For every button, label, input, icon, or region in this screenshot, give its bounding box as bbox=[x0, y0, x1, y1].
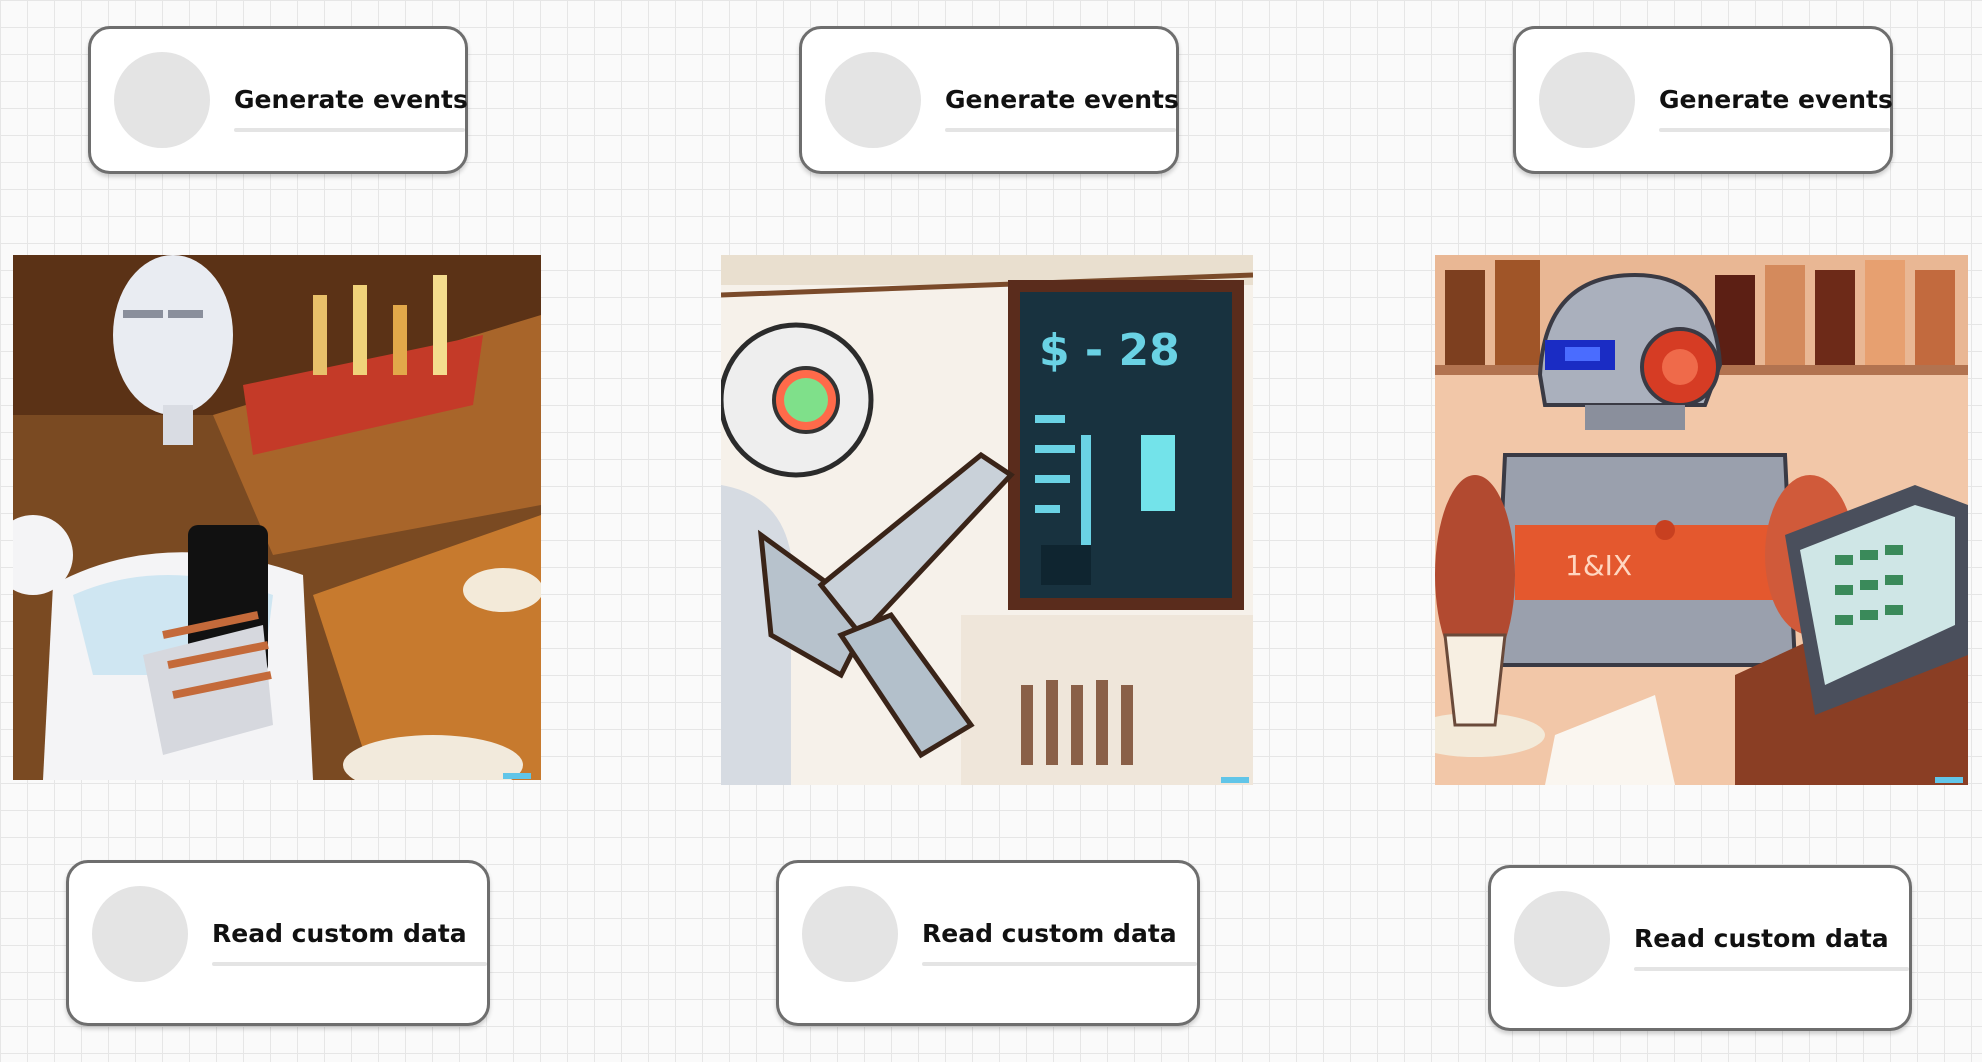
avatar-placeholder bbox=[1539, 52, 1635, 148]
read-custom-data-card-3[interactable]: Read custom data bbox=[1488, 865, 1912, 1031]
card-label: Generate events bbox=[234, 85, 468, 114]
avatar-placeholder bbox=[802, 886, 898, 982]
label-underline bbox=[1634, 967, 1909, 971]
read-custom-data-card-2[interactable]: Read custom data bbox=[776, 860, 1200, 1026]
generate-events-card-3[interactable]: Generate events bbox=[1513, 26, 1893, 174]
label-underline bbox=[212, 962, 487, 966]
label-underline bbox=[922, 962, 1197, 966]
label-underline bbox=[945, 128, 1176, 132]
generate-events-card-2[interactable]: Generate events bbox=[799, 26, 1179, 174]
robot-chest-text: 1&IX bbox=[1565, 549, 1632, 582]
generate-events-card-1[interactable]: Generate events bbox=[88, 26, 468, 174]
label-underline bbox=[234, 128, 465, 132]
avatar-placeholder bbox=[1514, 891, 1610, 987]
avatar-placeholder bbox=[825, 52, 921, 148]
card-label: Read custom data bbox=[212, 919, 467, 948]
card-label: Read custom data bbox=[1634, 924, 1889, 953]
robot-bartender-image-3: 1&IX bbox=[1435, 255, 1968, 785]
avatar-placeholder bbox=[114, 52, 210, 148]
card-label: Generate events bbox=[945, 85, 1179, 114]
robot-bartender-image-1 bbox=[13, 255, 541, 780]
card-label: Read custom data bbox=[922, 919, 1177, 948]
card-label: Generate events bbox=[1659, 85, 1893, 114]
read-custom-data-card-1[interactable]: Read custom data bbox=[66, 860, 490, 1026]
robot-bartender-image-2: $ - 28 bbox=[721, 255, 1253, 785]
screen-price-text: $ - 28 bbox=[1039, 325, 1180, 376]
label-underline bbox=[1659, 128, 1890, 132]
avatar-placeholder bbox=[92, 886, 188, 982]
